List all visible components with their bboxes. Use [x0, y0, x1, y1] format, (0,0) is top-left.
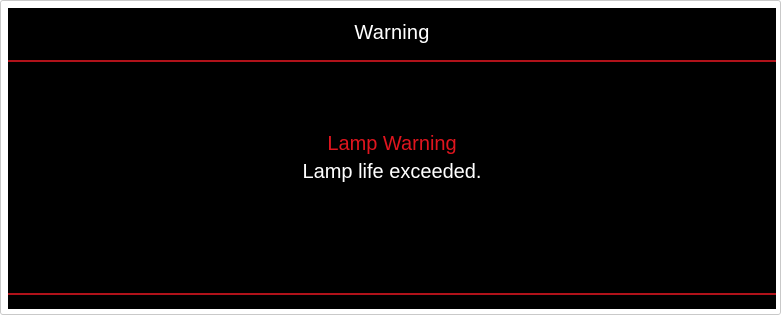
top-divider	[8, 60, 776, 62]
bottom-divider	[8, 293, 776, 295]
warning-panel: Warning Lamp Warning Lamp life exceeded.	[8, 8, 776, 309]
message-area: Lamp Warning Lamp life exceeded.	[8, 130, 776, 186]
warning-heading: Lamp Warning	[327, 133, 457, 155]
title-bar: Warning	[8, 8, 776, 59]
dialog-title: Warning	[354, 22, 430, 44]
warning-message: Lamp life exceeded.	[302, 161, 482, 183]
warning-dialog: Warning Lamp Warning Lamp life exceeded.	[0, 0, 781, 315]
